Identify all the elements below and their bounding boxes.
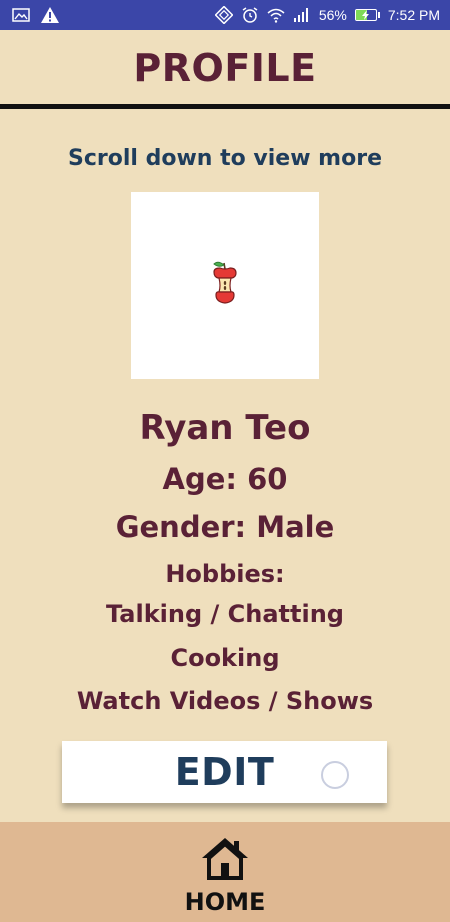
nfc-icon bbox=[214, 6, 233, 24]
battery-percent: 56% bbox=[318, 7, 347, 23]
profile-name: Ryan Teo bbox=[139, 408, 311, 448]
status-bar-right: 56% 7:52 PM bbox=[214, 6, 440, 24]
avatar bbox=[131, 192, 319, 379]
wifi-icon bbox=[267, 7, 285, 23]
home-nav-button[interactable]: HOME bbox=[0, 822, 450, 922]
status-bar: 56% 7:52 PM bbox=[0, 0, 450, 30]
hobby-item: Watch Videos / Shows bbox=[76, 687, 374, 715]
edit-button[interactable]: EDIT bbox=[62, 741, 387, 803]
clock: 7:52 PM bbox=[387, 7, 440, 23]
battery-body bbox=[354, 9, 377, 21]
apple-core-icon bbox=[210, 260, 240, 312]
hobby-item: Talking / Chatting bbox=[106, 600, 344, 628]
status-bar-left bbox=[12, 6, 60, 24]
header-divider bbox=[0, 104, 450, 109]
ripple-indicator-icon bbox=[321, 761, 349, 789]
scroll-hint: Scroll down to view more bbox=[68, 146, 382, 171]
warning-icon bbox=[40, 6, 60, 24]
profile-age: Age: 60 bbox=[162, 462, 288, 496]
battery-nub bbox=[377, 12, 380, 18]
hobbies-label: Hobbies: bbox=[165, 560, 285, 588]
header: PROFILE bbox=[0, 30, 450, 105]
hobby-item: Cooking bbox=[170, 644, 280, 672]
profile-gender: Gender: Male bbox=[115, 510, 335, 544]
battery-charging-icon bbox=[354, 9, 380, 21]
home-label: HOME bbox=[184, 888, 266, 916]
image-icon bbox=[12, 8, 30, 22]
page-title: PROFILE bbox=[133, 45, 317, 90]
edit-button-label: EDIT bbox=[174, 750, 275, 794]
home-icon bbox=[200, 836, 250, 884]
signal-icon bbox=[293, 7, 311, 23]
alarm-icon bbox=[241, 6, 259, 24]
